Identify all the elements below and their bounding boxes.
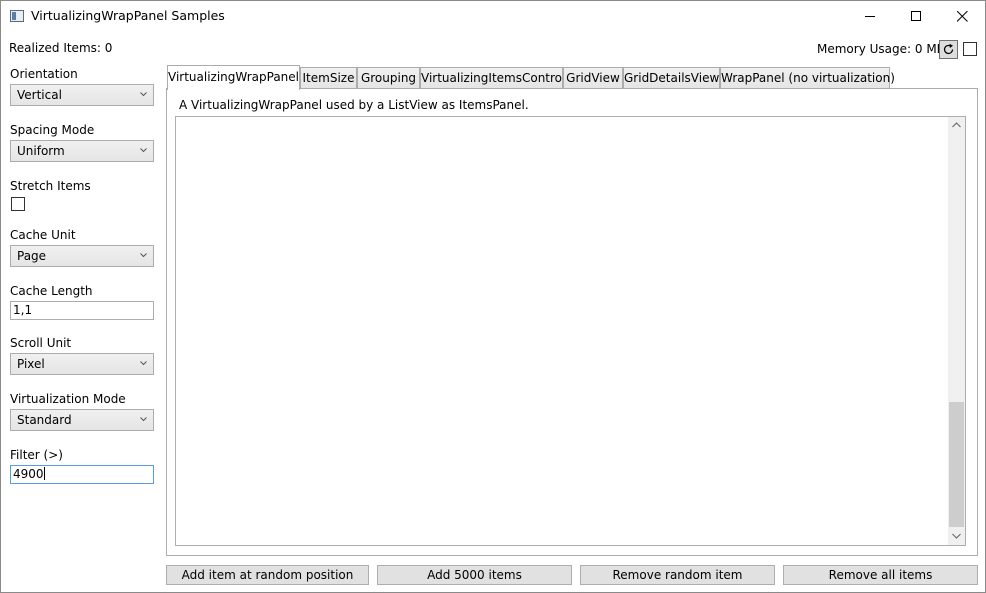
maximize-icon [911, 11, 921, 21]
spacing-mode-label: Spacing Mode [10, 123, 95, 137]
text-caret [43, 467, 45, 480]
scroll-unit-combobox[interactable]: Pixel [10, 353, 154, 375]
tab-description: A VirtualizingWrapPanel used by a ListVi… [179, 98, 529, 112]
stretch-items-checkbox[interactable] [11, 197, 25, 211]
memory-usage-text: Memory Usage: 0 MB [817, 42, 945, 56]
spacing-mode-combobox[interactable]: Uniform [10, 140, 154, 162]
chevron-down-icon [952, 533, 961, 539]
tab-grid-view[interactable]: GridView [563, 67, 623, 88]
spacing-mode-value: Uniform [17, 144, 65, 158]
chevron-up-icon [952, 122, 961, 128]
maximize-button[interactable] [893, 1, 939, 31]
main-window: VirtualizingWrapPanel Samples Realized I… [0, 0, 986, 593]
items-list-view[interactable] [175, 116, 966, 546]
virtualization-mode-combobox[interactable]: Standard [10, 409, 154, 431]
close-icon [957, 11, 968, 22]
minimize-button[interactable] [847, 1, 893, 31]
stretch-items-label: Stretch Items [10, 179, 91, 193]
scroll-unit-label: Scroll Unit [10, 336, 72, 350]
window-app-icon [10, 10, 24, 22]
virtualization-mode-value: Standard [17, 413, 72, 427]
realized-items-text: Realized Items: 0 [9, 41, 113, 55]
tab-virtualizing-wrap-panel[interactable]: VirtualizingWrapPanel [167, 65, 300, 90]
cache-length-label: Cache Length [10, 284, 93, 298]
cache-length-value: 1,1 [13, 303, 33, 317]
scroll-unit-value: Pixel [17, 357, 45, 371]
virtualization-mode-label: Virtualization Mode [10, 392, 126, 406]
scroll-thumb[interactable] [949, 402, 964, 527]
minimize-icon [865, 16, 875, 17]
tab-grouping[interactable]: Grouping [357, 67, 420, 88]
chevron-down-icon [140, 417, 147, 422]
add-random-item-button[interactable]: Add item at random position [166, 565, 369, 585]
window-title: VirtualizingWrapPanel Samples [31, 8, 225, 23]
orientation-value: Vertical [17, 88, 62, 102]
cache-length-input[interactable]: 1,1 [10, 301, 154, 320]
filter-label: Filter (>) [10, 448, 63, 462]
cache-unit-label: Cache Unit [10, 228, 76, 242]
title-bar[interactable]: VirtualizingWrapPanel Samples [1, 1, 985, 32]
remove-all-items-button[interactable]: Remove all items [783, 565, 978, 585]
vertical-scrollbar[interactable] [948, 117, 965, 545]
cache-unit-value: Page [17, 249, 47, 263]
scroll-up-button[interactable] [948, 117, 965, 134]
memory-auto-refresh-checkbox[interactable] [963, 42, 977, 56]
scroll-down-button[interactable] [948, 528, 965, 545]
filter-value: 4900 [13, 467, 44, 481]
chevron-down-icon [140, 92, 147, 97]
chevron-down-icon [140, 253, 147, 258]
filter-input[interactable]: 4900 [10, 465, 154, 484]
orientation-label: Orientation [10, 67, 78, 81]
orientation-combobox[interactable]: Vertical [10, 84, 154, 106]
chevron-down-icon [140, 361, 147, 366]
refresh-icon [943, 43, 954, 55]
refresh-memory-button[interactable] [939, 40, 958, 59]
tab-item-size[interactable]: ItemSize [300, 67, 357, 88]
tab-virtualizing-items-control[interactable]: VirtualizingItemsControl [420, 67, 565, 88]
cache-unit-combobox[interactable]: Page [10, 245, 154, 267]
remove-random-item-button[interactable]: Remove random item [580, 565, 775, 585]
add-5000-items-button[interactable]: Add 5000 items [377, 565, 572, 585]
tab-content-panel: A VirtualizingWrapPanel used by a ListVi… [166, 88, 978, 556]
chevron-down-icon [140, 148, 147, 153]
tab-grid-details-view[interactable]: GridDetailsView [623, 67, 720, 88]
tab-wrap-panel[interactable]: WrapPanel (no virtualization) [720, 67, 895, 88]
close-button[interactable] [939, 1, 985, 31]
